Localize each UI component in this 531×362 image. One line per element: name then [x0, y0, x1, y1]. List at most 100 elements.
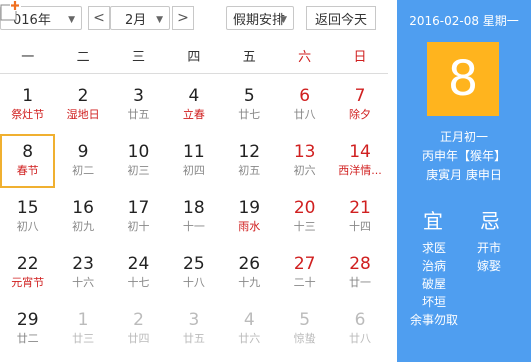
ji-label: 忌 [480, 209, 500, 233]
calendar-week-row: 15 初八 16 初九 17 初十 18 十一 19 雨水 20 十三 21 十四 [0, 190, 388, 246]
calendar-day[interactable]: 3 廿五 [166, 302, 221, 356]
lunar-label: 初九 [72, 220, 95, 233]
calendar-day[interactable]: 13 初六 [277, 134, 332, 188]
day-number: 7 [354, 86, 366, 106]
calendar-day[interactable]: 23 十六 [55, 246, 110, 300]
day-info-panel: 2016-02-08 星期一 8 正月初一 丙申年【猴年】 庚寅月 庚申日 宜 … [397, 0, 531, 362]
lunar-label: 十四 [349, 220, 372, 233]
calendar-day[interactable]: 26 十九 [222, 246, 277, 300]
calendar-day[interactable]: 5 惊蛰 [277, 302, 332, 356]
day-number: 24 [127, 254, 150, 274]
calendar-day[interactable]: 25 十八 [166, 246, 221, 300]
month-value: 2月 [125, 12, 147, 28]
calendar-day[interactable]: 20 十三 [277, 190, 332, 244]
day-number: 18 [183, 198, 205, 218]
lunar-label: 廿八 [293, 108, 316, 121]
day-number: 10 [127, 142, 150, 162]
calendar-day[interactable]: 19 雨水 [222, 190, 277, 244]
calendar-day[interactable]: 11 初四 [166, 134, 221, 188]
calendar-day[interactable]: 5 廿七 [222, 78, 277, 132]
calendar-day[interactable]: 28 廿一 [332, 246, 387, 300]
day-number: 21 [349, 198, 371, 218]
calendar-day[interactable]: 18 十一 [166, 190, 221, 244]
day-number: 27 [293, 254, 316, 274]
back-to-today-button[interactable]: 返回今天 [306, 6, 376, 30]
day-number: 9 [77, 142, 89, 162]
lunar-label: 廿二 [16, 332, 39, 345]
calendar-day[interactable]: 14 西洋情... [332, 134, 387, 188]
chevron-left-icon: < [93, 10, 105, 26]
lunar-label: 十三 [293, 220, 316, 233]
calendar-day[interactable]: 29 廿二 [0, 302, 55, 356]
calendar-day[interactable]: 12 初五 [222, 134, 277, 188]
calendar-day[interactable]: 10 初三 [111, 134, 166, 188]
calendar-day[interactable]: 4 廿六 [222, 302, 277, 356]
selected-date: 2016-02-08 星期一 [409, 14, 519, 28]
lunar-label: 雨水 [238, 220, 261, 233]
calendar-day[interactable]: 27 二十 [277, 246, 332, 300]
lunar-label: 十九 [238, 276, 261, 289]
calendar-day[interactable]: 6 廿八 [332, 302, 387, 356]
day-number: 26 [238, 254, 261, 274]
lunar-label: 廿六 [238, 332, 261, 345]
month-select[interactable]: 2月 ▼ [110, 6, 170, 30]
big-day-number: 8 [427, 42, 499, 116]
calendar-day[interactable]: 9 初二 [55, 134, 110, 188]
calendar-day[interactable]: 2 湿地日 [55, 78, 110, 132]
day-number: 6 [299, 86, 311, 106]
day-number: 1 [22, 86, 34, 106]
calendar-day[interactable]: 1 廿三 [55, 302, 110, 356]
calendar-day[interactable]: 22 元宵节 [0, 246, 55, 300]
lunar-label: 除夕 [349, 108, 372, 121]
calendar-day[interactable]: 4 立春 [166, 78, 221, 132]
lunar-label: 十七 [127, 276, 150, 289]
ganzhi-year: 丙申年【猴年】 [421, 149, 506, 163]
calendar-day[interactable]: 17 初十 [111, 190, 166, 244]
day-number: 4 [243, 310, 255, 330]
lunar-label: 初五 [238, 164, 261, 177]
lunar-label: 廿一 [349, 276, 372, 289]
lunar-label: 初八 [16, 220, 39, 233]
day-number: 20 [293, 198, 316, 218]
lunar-label: 元宵节 [11, 276, 45, 289]
calendar-week-row: 8 春节 9 初二 10 初三 11 初四 12 初五 13 初六 14 西洋情... [0, 134, 388, 190]
calendar-day[interactable]: 2 廿四 [111, 302, 166, 356]
lunar-label: 初四 [182, 164, 205, 177]
calendar-week-row: 29 廿二 1 廿三 2 廿四 3 廿五 4 廿六 5 惊蛰 6 廿八 [0, 302, 388, 358]
lunar-label: 初二 [72, 164, 95, 177]
calendar-panel: 016年 ▼ < 2月 ▼ > 假期安排 ▼ 返回今天 一 二 三 四 五 六 … [0, 0, 397, 362]
day-number: 2 [77, 86, 89, 106]
calendar-day[interactable]: 15 初八 [0, 190, 55, 244]
calendar-week-row: 22 元宵节 23 十六 24 十七 25 十八 26 十九 27 二十 28 廿一 [0, 246, 388, 302]
lunar-label: 十八 [182, 276, 205, 289]
day-number: 16 [72, 198, 94, 218]
day-number: 19 [238, 198, 261, 218]
day-number: 23 [72, 254, 94, 274]
weekday-label: 六 [298, 50, 312, 65]
lunar-label: 初三 [127, 164, 150, 177]
calendar-day[interactable]: 3 廿五 [111, 78, 166, 132]
prev-month-button[interactable]: < [88, 6, 110, 30]
day-number: 13 [293, 142, 316, 162]
weekday-header: 一 二 三 四 五 六 日 [0, 46, 388, 70]
next-month-button[interactable]: > [172, 6, 194, 30]
lunar-label: 惊蛰 [293, 332, 316, 345]
calendar-day[interactable]: 7 除夕 [332, 78, 387, 132]
lunar-label: 初六 [293, 164, 316, 177]
calendar-day[interactable]: 24 十七 [111, 246, 166, 300]
holiday-select[interactable]: 假期安排 ▼ [226, 6, 294, 30]
calendar-day[interactable]: 6 廿八 [277, 78, 332, 132]
calendar-day-today[interactable]: 8 春节 [0, 134, 56, 188]
calendar-grid: 1 祭灶节 2 湿地日 3 廿五 4 立春 5 廿七 6 廿八 7 除夕 8 春节 9 初二 10 初三 11 初四 12 初… [0, 78, 388, 358]
calendar-day[interactable]: 1 祭灶节 [0, 78, 55, 132]
add-icon[interactable] [0, 0, 22, 22]
lunar-label: 廿三 [72, 332, 95, 345]
lunar-label: 廿八 [349, 332, 372, 345]
day-number: 17 [127, 198, 150, 218]
yi-item: 治病 [421, 259, 446, 273]
day-number: 5 [299, 310, 311, 330]
lunar-label: 廿七 [238, 108, 261, 121]
calendar-day[interactable]: 16 初九 [55, 190, 110, 244]
calendar-day[interactable]: 21 十四 [332, 190, 387, 244]
lunar-label: 廿四 [127, 332, 150, 345]
